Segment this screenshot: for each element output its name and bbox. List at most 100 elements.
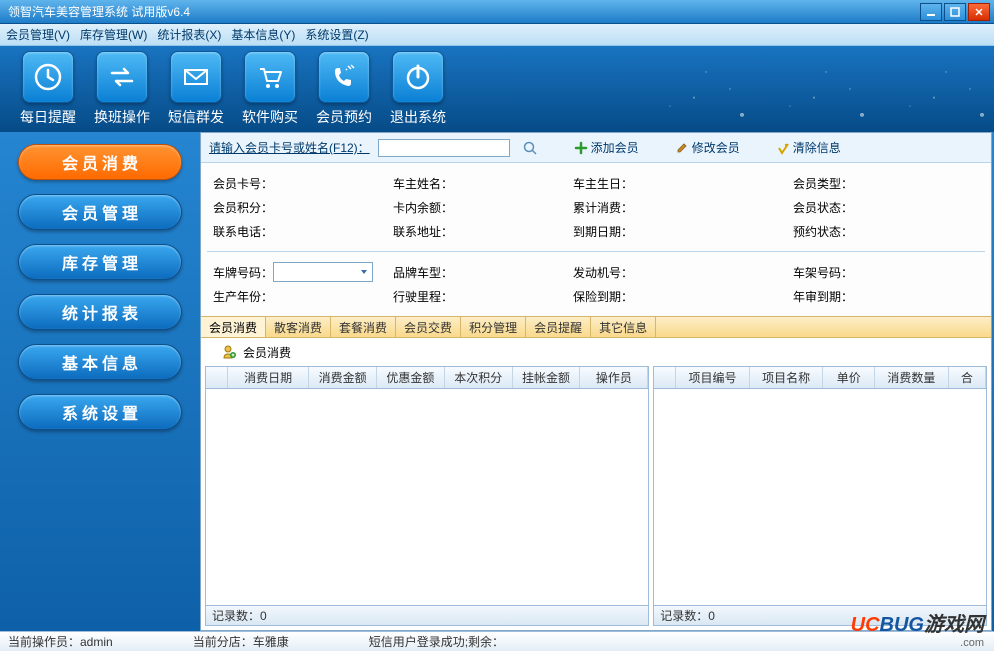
lbl-inspection: 年审到期：	[793, 288, 853, 305]
plate-select[interactable]	[273, 262, 373, 282]
phone-icon	[318, 51, 370, 103]
cart-icon	[244, 51, 296, 103]
menubar: 会员管理(V) 库存管理(W) 统计报表(X) 基本信息(Y) 系统设置(Z)	[0, 24, 994, 46]
tab-points[interactable]: 积分管理	[461, 317, 526, 337]
th-amount[interactable]: 消费金额	[309, 367, 377, 388]
tab-member-consume[interactable]: 会员消费	[201, 317, 266, 337]
lbl-insurance: 保险到期：	[573, 288, 633, 305]
sub-header: 会员消费	[201, 338, 991, 366]
th-points[interactable]: 本次积分	[445, 367, 513, 388]
menu-member[interactable]: 会员管理(V)	[6, 26, 70, 43]
lbl-brand: 品牌车型：	[393, 264, 453, 281]
status-sms: 短信用户登录成功;剩余：	[369, 633, 504, 650]
member-info: 会员卡号： 车主姓名： 车主生日： 会员类型： 会员积分： 卡内余额： 累计消费…	[201, 163, 991, 251]
menu-system[interactable]: 系统设置(Z)	[305, 26, 368, 43]
lbl-type: 会员类型：	[793, 175, 853, 192]
th-price[interactable]: 单价	[823, 367, 875, 388]
search-icon[interactable]	[522, 140, 538, 156]
lbl-mileage: 行驶里程：	[393, 288, 453, 305]
add-member-button[interactable]: 添加会员	[574, 139, 639, 156]
th-itemno[interactable]: 项目编号	[676, 367, 750, 388]
clear-label: 清除信息	[793, 139, 841, 156]
record-count-label: 记录数：0	[212, 607, 267, 624]
nav-inventory[interactable]: 库存管理	[18, 244, 182, 280]
sidebar: 会员消费 会员管理 库存管理 统计报表 基本信息 系统设置	[0, 132, 200, 631]
lbl-status: 会员状态：	[793, 199, 853, 216]
tab-member-deal[interactable]: 会员交费	[396, 317, 461, 337]
right-table-body[interactable]	[654, 389, 986, 605]
add-member-label: 添加会员	[591, 139, 639, 156]
tool-label: 换班操作	[94, 107, 150, 127]
record-count-label: 记录数：0	[660, 607, 715, 624]
edit-member-label: 修改会员	[692, 139, 740, 156]
th-selector[interactable]	[206, 367, 228, 388]
tool-label: 软件购买	[242, 107, 298, 127]
nav-member-consume[interactable]: 会员消费	[18, 144, 182, 180]
power-icon	[392, 51, 444, 103]
search-label: 请输入会员卡号或姓名(F12)：	[209, 139, 370, 156]
titlebar: 领智汽车美容管理系统 试用版v6.4	[0, 0, 994, 24]
edit-member-button[interactable]: 修改会员	[675, 139, 740, 156]
lbl-vin: 车架号码：	[793, 264, 853, 281]
close-button[interactable]	[968, 3, 990, 21]
th-selector[interactable]	[654, 367, 676, 388]
tab-reminder[interactable]: 会员提醒	[526, 317, 591, 337]
tool-label: 退出系统	[390, 107, 446, 127]
lbl-expire: 到期日期：	[573, 223, 633, 240]
lbl-birthday: 车主生日：	[573, 175, 633, 192]
left-table-body[interactable]	[206, 389, 648, 605]
lbl-total: 累计消费：	[573, 199, 633, 216]
status-operator: 当前操作员：admin	[8, 633, 113, 650]
th-itemname[interactable]: 项目名称	[750, 367, 824, 388]
lbl-cardno: 会员卡号：	[213, 175, 273, 192]
tool-sms[interactable]: 短信群发	[168, 51, 224, 127]
lbl-address: 联系地址：	[393, 223, 453, 240]
left-table-footer: 记录数：0	[206, 605, 648, 625]
th-qty[interactable]: 消费数量	[875, 367, 949, 388]
toolbar: 每日提醒 换班操作 短信群发 软件购买 会员预约 退出系统	[0, 46, 994, 132]
menu-basic[interactable]: 基本信息(Y)	[231, 26, 295, 43]
window-title: 领智汽车美容管理系统 试用版v6.4	[4, 3, 920, 20]
search-bar: 请输入会员卡号或姓名(F12)： 添加会员 修改会员 清除信息	[201, 133, 991, 163]
th-credit[interactable]: 挂帐金额	[513, 367, 581, 388]
lbl-balance: 卡内余额：	[393, 199, 453, 216]
clock-icon	[22, 51, 74, 103]
right-table: 项目编号 项目名称 单价 消费数量 合 记录数：0	[653, 366, 987, 626]
content-panel: 请输入会员卡号或姓名(F12)： 添加会员 修改会员 清除信息 会员卡号： 车主…	[200, 132, 992, 631]
maximize-button[interactable]	[944, 3, 966, 21]
user-add-icon	[221, 344, 237, 360]
envelope-icon	[170, 51, 222, 103]
tab-package-consume[interactable]: 套餐消费	[331, 317, 396, 337]
tab-other[interactable]: 其它信息	[591, 317, 656, 337]
tool-booking[interactable]: 会员预约	[316, 51, 372, 127]
statusbar: 当前操作员：admin 当前分店：车雅康 短信用户登录成功;剩余：	[0, 631, 994, 651]
tool-label: 会员预约	[316, 107, 372, 127]
tab-guest-consume[interactable]: 散客消费	[266, 317, 331, 337]
menu-reports[interactable]: 统计报表(X)	[157, 26, 221, 43]
tool-label: 短信群发	[168, 107, 224, 127]
clear-button[interactable]: 清除信息	[776, 139, 841, 156]
minimize-button[interactable]	[920, 3, 942, 21]
nav-basic[interactable]: 基本信息	[18, 344, 182, 380]
th-discount[interactable]: 优惠金额	[377, 367, 445, 388]
lbl-plate: 车牌号码：	[213, 264, 273, 281]
menu-inventory[interactable]: 库存管理(W)	[80, 26, 147, 43]
lbl-points: 会员积分：	[213, 199, 273, 216]
nav-member-manage[interactable]: 会员管理	[18, 194, 182, 230]
tool-exit[interactable]: 退出系统	[390, 51, 446, 127]
right-table-footer: 记录数：0	[654, 605, 986, 625]
lbl-year: 生产年份：	[213, 288, 273, 305]
tool-buy[interactable]: 软件购买	[242, 51, 298, 127]
status-branch: 当前分店：车雅康	[193, 633, 289, 650]
th-total[interactable]: 合	[949, 367, 986, 388]
sub-title: 会员消费	[243, 344, 291, 361]
th-date[interactable]: 消费日期	[228, 367, 309, 388]
vehicle-info: 车牌号码： 品牌车型： 发动机号： 车架号码： 生产年份： 行驶里程： 保险到期…	[201, 252, 991, 316]
lbl-owner: 车主姓名：	[393, 175, 453, 192]
nav-system[interactable]: 系统设置	[18, 394, 182, 430]
search-input[interactable]	[378, 139, 510, 157]
nav-reports[interactable]: 统计报表	[18, 294, 182, 330]
th-operator[interactable]: 操作员	[580, 367, 648, 388]
tool-shift[interactable]: 换班操作	[94, 51, 150, 127]
tool-daily-reminder[interactable]: 每日提醒	[20, 51, 76, 127]
